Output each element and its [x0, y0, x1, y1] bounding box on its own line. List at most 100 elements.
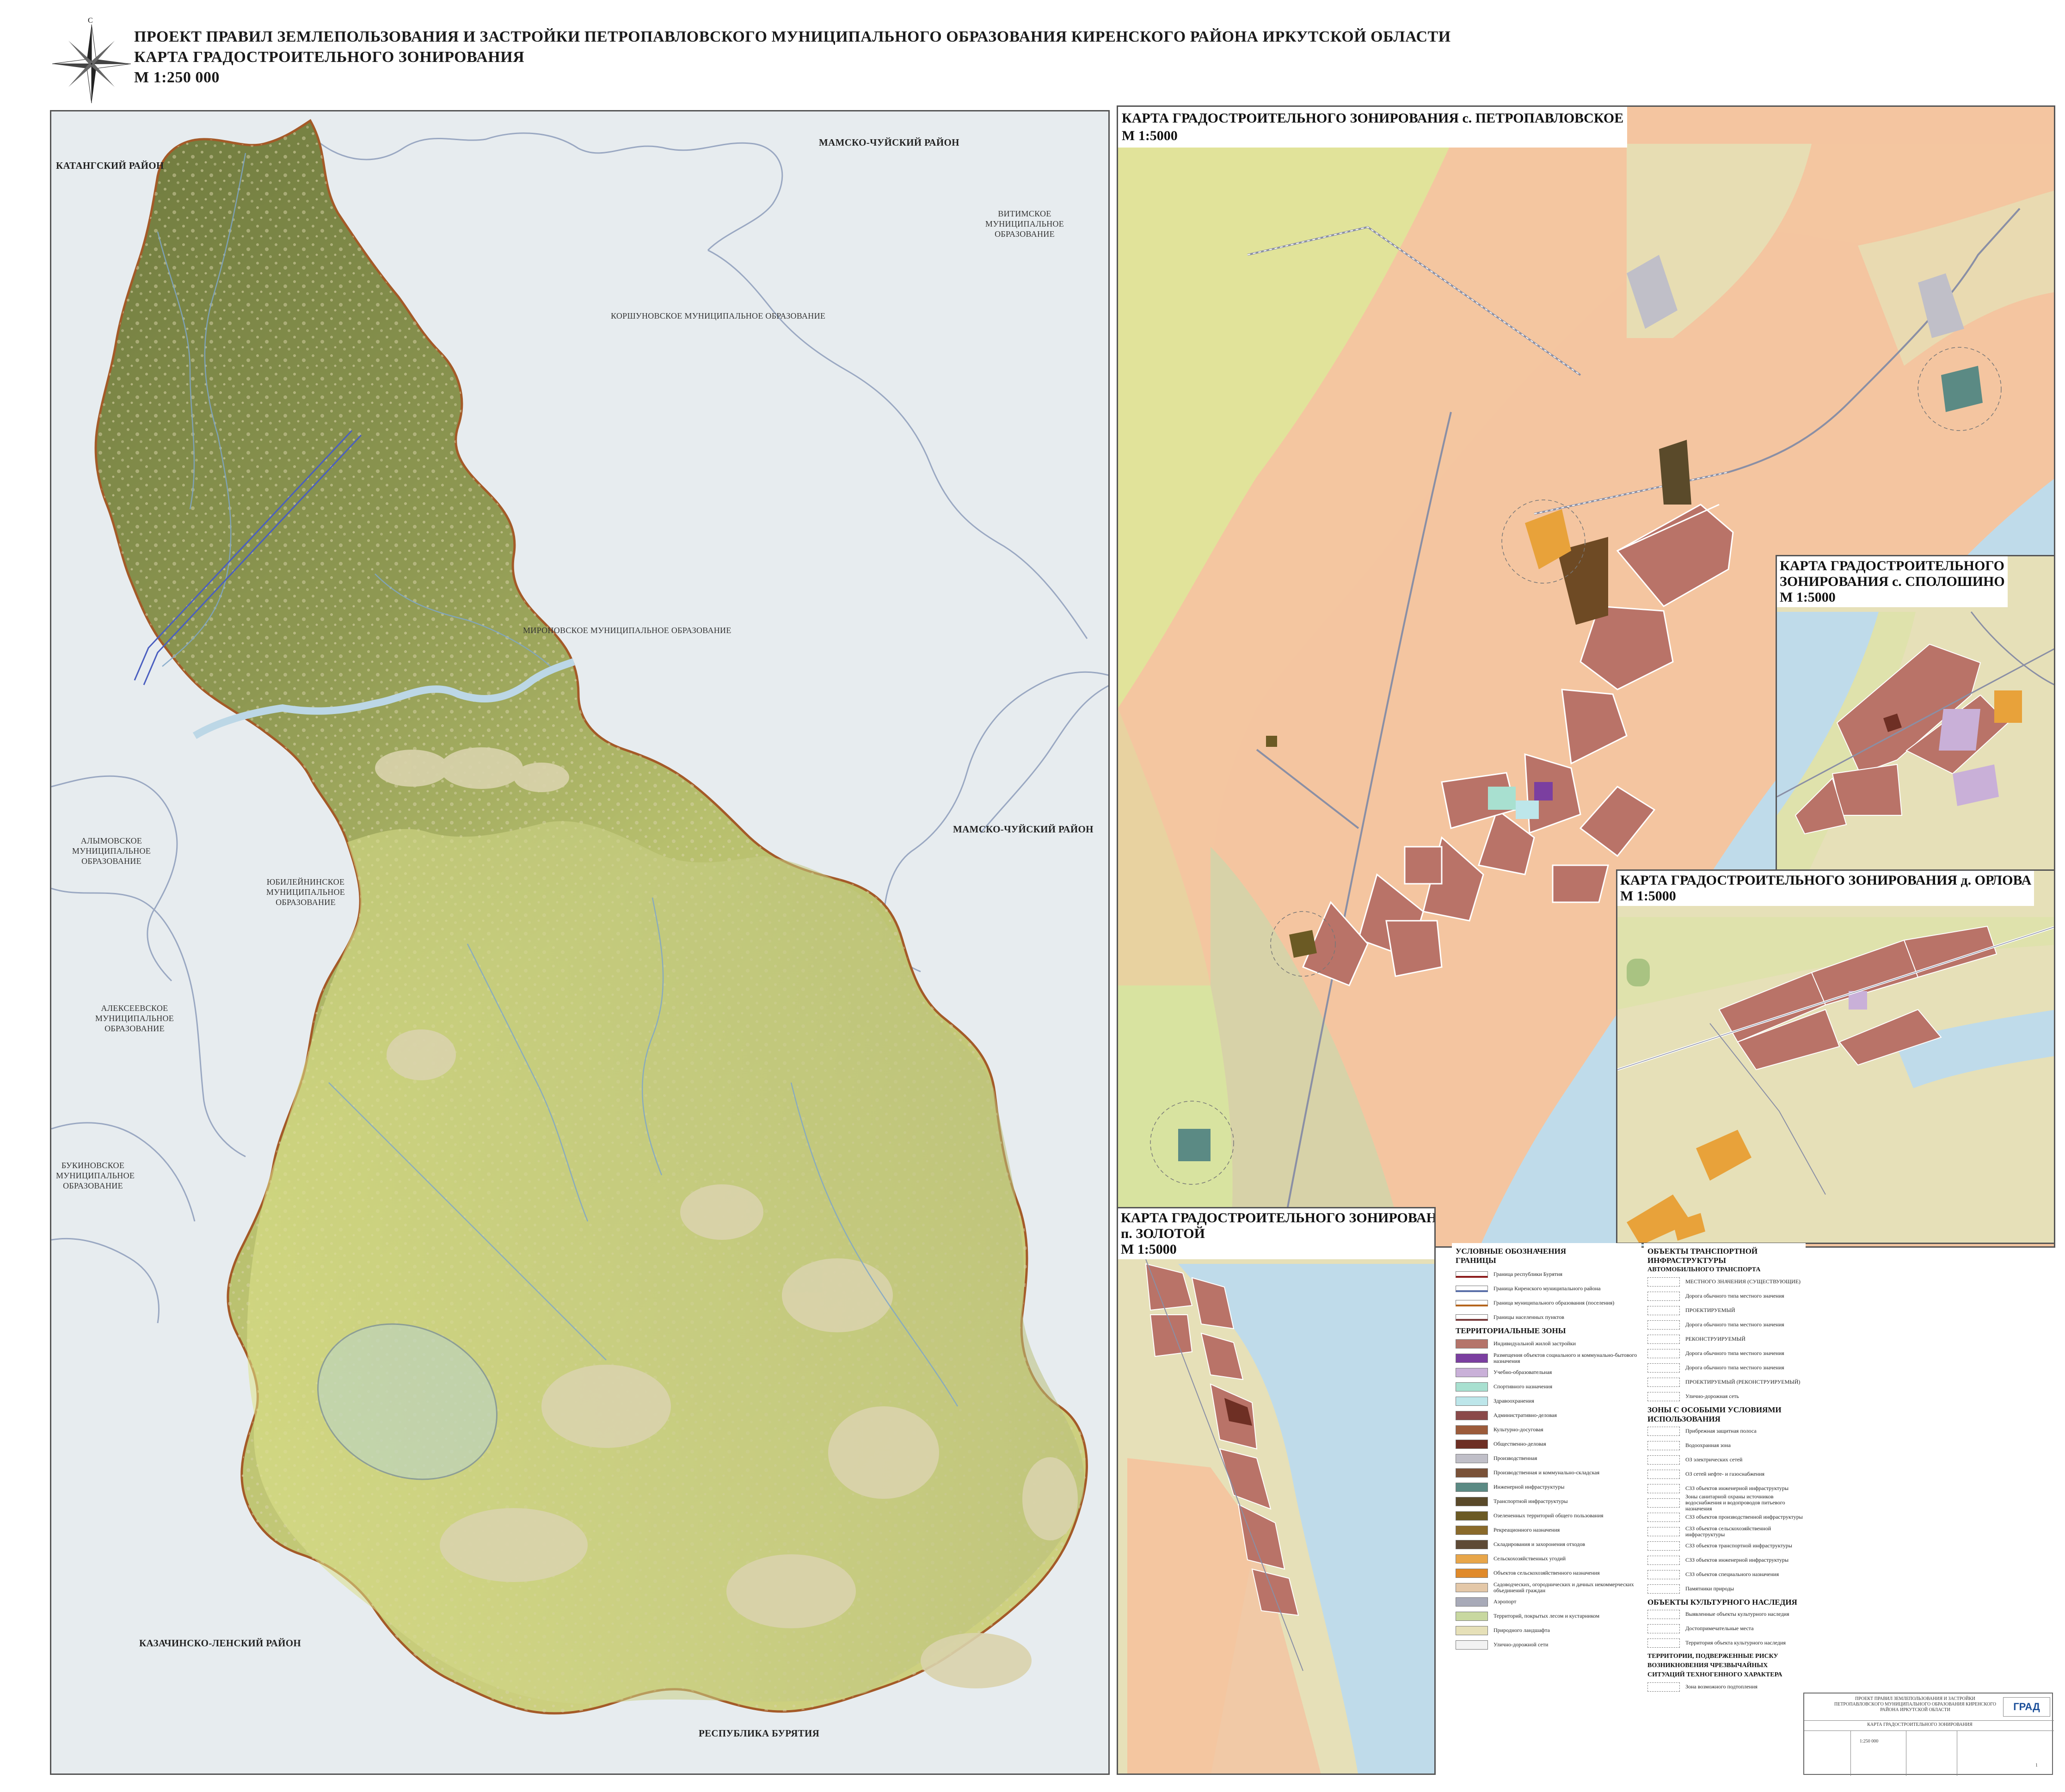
legend-item: Граница муниципального образования (посе…: [1456, 1296, 1641, 1310]
legend-label: Спортивного назначения: [1493, 1383, 1553, 1390]
legend-swatch: [1456, 1410, 1488, 1420]
legend-item: Территория объекта культурного наследия: [1647, 1636, 1806, 1650]
legend-special-heading: ЗОНЫ С ОСОБЫМИ УСЛОВИЯМИ ИСПОЛЬЗОВАНИЯ: [1647, 1405, 1782, 1423]
legend-swatch: [1456, 1285, 1488, 1292]
label-korshunovskoe: КОРШУНОВСКОЕ МУНИЦИПАЛЬНОЕ ОБРАЗОВАНИЕ: [611, 311, 826, 320]
legend-item: Административно-деловая: [1456, 1408, 1641, 1423]
legend-label: Учебно-образовательная: [1493, 1369, 1552, 1375]
legend-title: УСЛОВНЫЕ ОБОЗНАЧЕНИЯ: [1456, 1247, 1567, 1256]
legend-item: Дорога обычного типа местного значения: [1647, 1361, 1806, 1375]
inset-spoloshino-title-line2: ЗОНИРОВАНИЯ с. СПОЛОШИНО: [1780, 574, 2005, 589]
legend-swatch: [1456, 1314, 1488, 1321]
main-map-canvas: [51, 119, 1108, 1715]
legend-label: Складирования и захоронения отходов: [1493, 1541, 1586, 1547]
legend-label: СЗЗ объектов сельскохозяйственной инфрас…: [1685, 1525, 1771, 1538]
legend-item: Памятники природы: [1647, 1582, 1806, 1596]
legend-item: Учебно-образовательная: [1456, 1365, 1641, 1379]
title-line-2: КАРТА ГРАДОСТРОИТЕЛЬНОГО ЗОНИРОВАНИЯ: [134, 49, 525, 66]
legend-item: Производственная: [1456, 1451, 1641, 1466]
legend-item: Природного ландшафта: [1456, 1623, 1641, 1638]
legend-transport-heading: ОБЪЕКТЫ ТРАНСПОРТНОЙ ИНФРАСТРУКТУРЫ: [1647, 1247, 1758, 1265]
legend-swatch: [1647, 1455, 1680, 1465]
inset-zolotoy: КАРТА ГРАДОСТРОИТЕЛЬНОГО ЗОНИРОВАНИЯ п. …: [1117, 1207, 1436, 1775]
stamp-sheet-name: КАРТА ГРАДОСТРОИТЕЛЬНОГО ЗОНИРОВАНИЯ: [1867, 1722, 1973, 1727]
legend-swatch: [1456, 1339, 1488, 1349]
label-yubileynenskoe: ЮБИЛЕЙНИНСКОЕ МУНИЦИПАЛЬНОЕ ОБРАЗОВАНИЕ: [266, 877, 345, 907]
legend-boundaries: Граница республики Бурятия Граница Киренс…: [1456, 1267, 1641, 1324]
legend-heritage: Выявленные объекты культурного наследия Д…: [1647, 1607, 1806, 1650]
label-mamsko-right: МАМСКО-ЧУЙСКИЙ РАЙОН: [953, 824, 1094, 835]
legend-swatch: [1456, 1353, 1488, 1363]
legend-label: Рекреационного назначения: [1493, 1527, 1560, 1533]
legend-swatch: [1456, 1597, 1488, 1607]
legend-item: Аэропорт: [1456, 1595, 1641, 1609]
legend-label: Общественно-деловая: [1493, 1441, 1546, 1447]
legend-swatch: [1647, 1291, 1680, 1301]
legend-swatch: [1647, 1334, 1680, 1344]
legend-swatch: [1456, 1439, 1488, 1449]
title-block-stamp: ПРОЕКТ ПРАВИЛ ЗЕМЛЕПОЛЬЗОВАНИЯ И ЗАСТРОЙ…: [1803, 1693, 2054, 1776]
legend-item: Улично-дорожной сети: [1456, 1638, 1641, 1652]
legend-item: Дорога обычного типа местного значения: [1647, 1346, 1806, 1361]
legend-label: СЗЗ объектов специального назначения: [1685, 1571, 1779, 1577]
legend-label: Дорога обычного типа местного значения: [1685, 1364, 1784, 1371]
label-buryatia: РЕСПУБЛИКА БУРЯТИЯ: [699, 1728, 820, 1739]
legend-zones: Индивидуальной жилой застройки Размещения…: [1456, 1336, 1641, 1652]
legend-label: Границы населенных пунктов: [1493, 1314, 1564, 1320]
legend-swatch: [1647, 1512, 1680, 1522]
legend-label: Территория объекта культурного наследия: [1685, 1639, 1786, 1646]
legend-label: Прибрежная защитная полоса: [1685, 1428, 1757, 1434]
legend-boundaries-heading: ГРАНИЦЫ: [1456, 1256, 1496, 1265]
inset-zolotoy-title-line1: КАРТА ГРАДОСТРОИТЕЛЬНОГО ЗОНИРОВАНИЯ: [1121, 1210, 1436, 1225]
stamp-sheet-number: 1: [2035, 1763, 2038, 1768]
label-alymovskoe: АЛЫМОВСКОЕ МУНИЦИПАЛЬНОЕ ОБРАЗОВАНИЕ: [72, 836, 151, 866]
legend-heritage-heading: ОБЪЕКТЫ КУЛЬТУРНОГО НАСЛЕДИЯ: [1647, 1598, 1797, 1607]
compass-north-letter: С: [88, 17, 93, 25]
legend-item: Спортивного назначения: [1456, 1379, 1641, 1394]
legend-swatch: [1647, 1363, 1680, 1373]
legend-item: Складирования и захоронения отходов: [1456, 1537, 1641, 1552]
legend-label: Природного ландшафта: [1493, 1627, 1550, 1633]
inset-zolotoy-title-line2: п. ЗОЛОТОЙ: [1121, 1226, 1205, 1241]
legend-item: Водоохранная зона: [1647, 1438, 1806, 1453]
legend-swatch: [1647, 1306, 1680, 1315]
legend-swatch: [1456, 1626, 1488, 1635]
orlova-map-canvas: [1617, 871, 2054, 1243]
legend-label: Граница муниципального образования (посе…: [1493, 1299, 1615, 1306]
legend-label: Производственная и коммунально-складская: [1493, 1469, 1600, 1476]
legend-item: Инженерной инфраструктуры: [1456, 1480, 1641, 1494]
legend-label: Территорий, покрытых лесом и кустарником: [1493, 1613, 1600, 1619]
legend-item: Садоводческих, огороднических и дачных н…: [1456, 1580, 1641, 1595]
legend-swatch: [1647, 1349, 1680, 1358]
legend-label: Зона возможного подтопления: [1685, 1683, 1758, 1690]
legend-swatch: [1647, 1638, 1680, 1648]
legend-item: Культурно-досуговая: [1456, 1423, 1641, 1437]
label-kazachinsko: КАЗАЧИНСКО-ЛЕНСКИЙ РАЙОН: [139, 1638, 301, 1649]
legend-swatch: [1456, 1583, 1488, 1592]
legend-risk: Зона возможного подтопления: [1647, 1680, 1806, 1694]
label-bukhovskoe: БУКИНОВСКОЕ МУНИЦИПАЛЬНОЕ ОБРАЗОВАНИЕ: [56, 1161, 135, 1190]
stamp-project: ПРОЕКТ ПРАВИЛ ЗЕМЛЕПОЛЬЗОВАНИЯ И ЗАСТРОЙ…: [1834, 1696, 1996, 1712]
compass-rose-icon: С: [50, 17, 133, 105]
inset-spoloshino-title: КАРТА ГРАДОСТРОИТЕЛЬНОГО ЗОНИРОВАНИЯ с. …: [1777, 556, 2008, 607]
legend-label: Граница республики Бурятия: [1493, 1271, 1563, 1277]
legend-swatch: [1647, 1426, 1680, 1436]
legend-panel-right: ОБЪЕКТЫ ТРАНСПОРТНОЙ ИНФРАСТРУКТУРЫ АВТО…: [1644, 1243, 1806, 1696]
inset-orlova-title-line1: КАРТА ГРАДОСТРОИТЕЛЬНОГО ЗОНИРОВАНИЯ д. …: [1620, 873, 2032, 888]
legend-label: СЗЗ объектов производственной инфраструк…: [1685, 1514, 1803, 1520]
legend-swatch: [1647, 1484, 1680, 1493]
legend-label: РЕКОНСТРУИРУЕМЫЙ: [1685, 1336, 1745, 1342]
legend-swatch: [1647, 1392, 1680, 1401]
legend-label: Инженерной инфраструктуры: [1493, 1484, 1565, 1490]
legend-swatch: [1647, 1570, 1680, 1579]
inset-orlova-title: КАРТА ГРАДОСТРОИТЕЛЬНОГО ЗОНИРОВАНИЯ д. …: [1617, 871, 2034, 906]
main-map: КАТАНГСКИЙ РАЙОН МАМСКО-ЧУЙСКИЙ РАЙОН ВИ…: [50, 110, 1110, 1775]
legend-label: Культурно-досуговая: [1493, 1426, 1543, 1433]
legend-label: МЕСТНОГО ЗНАЧЕНИЯ (СУЩЕСТВУЮЩИЕ): [1685, 1278, 1801, 1285]
legend-item: СЗЗ объектов специального назначения: [1647, 1567, 1806, 1582]
legend-swatch: [1456, 1299, 1488, 1306]
legend-label: Дорога обычного типа местного значения: [1685, 1293, 1784, 1299]
legend-swatch: [1647, 1527, 1680, 1536]
legend-swatch: [1456, 1611, 1488, 1621]
legend-item: ПРОЕКТИРУЕМЫЙ (РЕКОНСТРУИРУЕМЫЙ): [1647, 1375, 1806, 1389]
